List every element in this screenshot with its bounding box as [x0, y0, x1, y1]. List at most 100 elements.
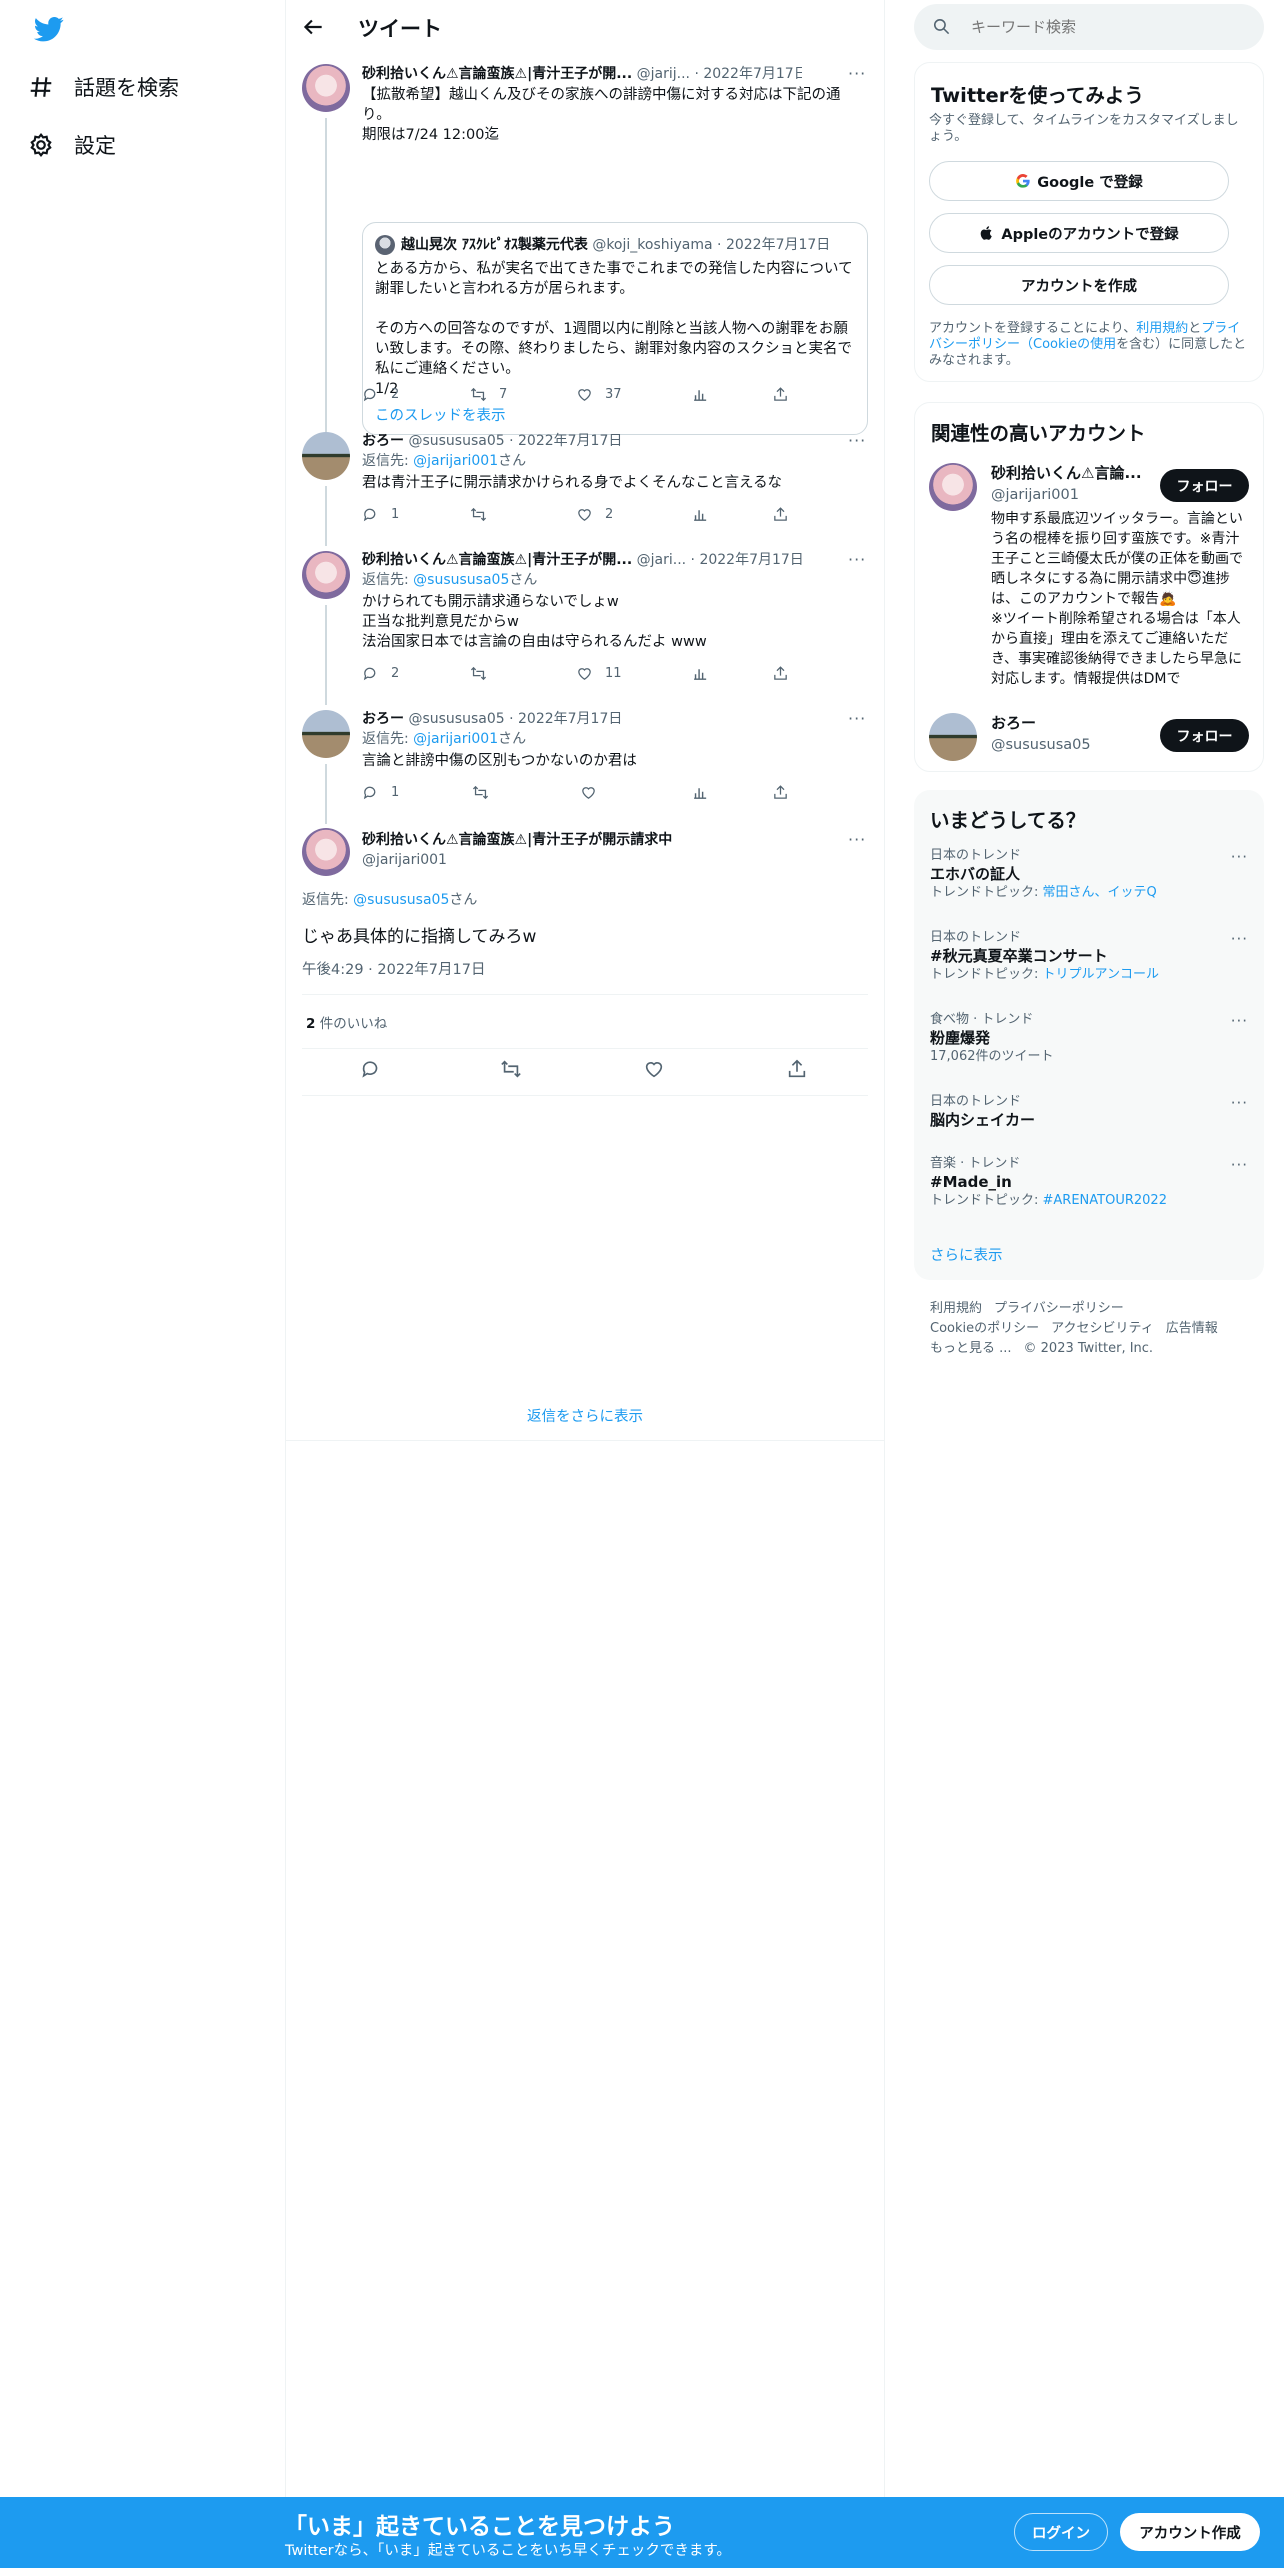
nav-settings[interactable]: 設定 [28, 123, 116, 167]
reply-mention-link[interactable]: @susususa05 [413, 572, 509, 588]
follow-button[interactable]: フォロー [1160, 719, 1249, 752]
retweet-button[interactable]: 7 [470, 386, 507, 403]
trend-topic-link[interactable]: 常田さん、イッテQ [1043, 885, 1157, 900]
twitter-bird-icon[interactable] [32, 14, 66, 44]
more-options-icon[interactable]: ··· [1231, 930, 1248, 948]
thread-tweet-2[interactable]: おろー @susususa05 · 2022年7月17日 返信先: @jarij… [286, 430, 884, 546]
analytics-button[interactable] [692, 784, 709, 801]
footer-link-privacy[interactable]: プライバシーポリシー [994, 1301, 1124, 1316]
avatar[interactable] [302, 710, 350, 758]
show-more-replies-link[interactable]: 返信をさらに表示 [286, 1405, 884, 1426]
more-options-icon[interactable]: ··· [848, 830, 868, 850]
login-button[interactable]: ログイン [1014, 2513, 1108, 2551]
author-name[interactable]: おろー [362, 711, 404, 727]
footer-link-accessibility[interactable]: アクセシビリティ [1051, 1321, 1154, 1336]
trends-show-more-link[interactable]: さらに表示 [930, 1244, 1003, 1265]
author-handle[interactable]: @jarijari001 [362, 850, 868, 870]
tweet-date[interactable]: · 2022年7月17日 [694, 66, 802, 82]
avatar[interactable] [302, 551, 350, 599]
tweet-date[interactable]: · 2022年7月17日 [509, 433, 622, 449]
retweet-button[interactable] [470, 665, 499, 682]
author-name[interactable]: 砂利拾いくん⚠言論蛮族⚠|青汁王子が開... [362, 552, 632, 568]
author-handle[interactable]: @susususa05 [408, 433, 504, 449]
trend-item[interactable]: 日本のトレンド エホバの証人 トレンドトピック: 常田さん、イッテQ ··· [930, 848, 1248, 902]
show-thread-link[interactable]: このスレッドを表示 [375, 404, 506, 425]
like-button[interactable]: 11 [576, 665, 622, 682]
nav-explore[interactable]: 話題を検索 [28, 65, 179, 109]
more-options-icon[interactable]: ··· [848, 431, 868, 451]
retweet-button[interactable] [472, 784, 501, 801]
more-options-icon[interactable]: ··· [848, 64, 868, 84]
heart-icon[interactable] [643, 1058, 665, 1080]
share-button[interactable] [772, 784, 789, 801]
reply-mention-link[interactable]: @jarijari001 [413, 731, 498, 747]
avatar[interactable] [302, 64, 350, 112]
footer-link-more[interactable]: もっと見る ... [930, 1341, 1012, 1356]
related-account-name[interactable]: 砂利拾いくん⚠言論... [991, 463, 1141, 483]
share-button[interactable] [772, 506, 789, 523]
share-button[interactable] [772, 665, 789, 682]
like-button[interactable]: 2 [576, 506, 613, 523]
more-options-icon[interactable]: ··· [1231, 1012, 1248, 1030]
apple-signup-button[interactable]: Appleのアカウントで登録 [929, 213, 1229, 253]
thread-tweet-1[interactable]: 砂利拾いくん⚠言論蛮族⚠|青汁王子が開... @jarij... · 2022年… [286, 62, 884, 468]
footer-link-cookies[interactable]: Cookieのポリシー [930, 1321, 1039, 1336]
more-options-icon[interactable]: ··· [848, 709, 868, 729]
tweet-date[interactable]: · 2022年7月17日 [509, 711, 622, 727]
like-button[interactable]: 37 [576, 386, 622, 403]
trend-item[interactable]: 音楽 · トレンド #Made_in トレンドトピック: #ARENATOUR2… [930, 1156, 1248, 1210]
signup-button[interactable]: アカウント作成 [1120, 2513, 1260, 2551]
focus-timestamp[interactable]: 午後4:29 · 2022年7月17日 [302, 958, 485, 979]
avatar[interactable] [302, 432, 350, 480]
author-handle[interactable]: @susususa05 [408, 711, 504, 727]
trend-item[interactable]: 食べ物 · トレンド 粉塵爆発 17,062件のツイート ··· [930, 1012, 1248, 1066]
create-account-button[interactable]: アカウントを作成 [929, 265, 1229, 305]
related-account-name[interactable]: おろー [991, 713, 1036, 733]
search-box[interactable] [914, 4, 1264, 50]
reply-mention-link[interactable]: @susususa05 [353, 892, 449, 908]
thread-tweet-3[interactable]: 砂利拾いくん⚠言論蛮族⚠|青汁王子が開... @jari... · 2022年7… [286, 549, 884, 705]
author-name[interactable]: 砂利拾いくん⚠言論蛮族⚠|青汁王子が開示請求中 [362, 830, 868, 850]
trend-topic-link[interactable]: #ARENATOUR2022 [1043, 1193, 1167, 1208]
more-options-icon[interactable]: ··· [848, 550, 868, 570]
footer-link-ads[interactable]: 広告情報 [1166, 1321, 1218, 1336]
avatar[interactable] [302, 828, 350, 876]
more-options-icon[interactable]: ··· [1231, 1094, 1248, 1112]
trend-item[interactable]: 日本のトレンド #秋元真夏卒業コンサート トレンドトピック: トリプルアンコール… [930, 930, 1248, 984]
share-button[interactable] [772, 386, 789, 403]
share-icon[interactable] [786, 1058, 808, 1080]
more-options-icon[interactable]: ··· [1231, 848, 1248, 866]
analytics-button[interactable] [692, 386, 709, 403]
search-input[interactable] [971, 16, 1241, 38]
reply-mention-link[interactable]: @jarijari001 [413, 453, 498, 469]
tweet-date[interactable]: · 2022年7月17日 [691, 552, 802, 568]
author-handle[interactable]: @jari... [637, 552, 686, 568]
terms-link[interactable]: 利用規約 [1136, 321, 1188, 336]
more-options-icon[interactable]: ··· [1231, 1156, 1248, 1174]
analytics-button[interactable] [692, 506, 709, 523]
author-name[interactable]: 砂利拾いくん⚠言論蛮族⚠|青汁王子が開... [362, 66, 632, 82]
follow-button[interactable]: フォロー [1160, 469, 1249, 502]
reply-button[interactable]: 1 [362, 506, 399, 523]
reply-button[interactable]: 1 [362, 784, 399, 801]
retweet-icon[interactable] [500, 1058, 522, 1080]
analytics-button[interactable] [692, 665, 709, 682]
reply-icon[interactable] [360, 1058, 382, 1080]
avatar[interactable] [929, 463, 977, 511]
retweet-button[interactable] [470, 506, 499, 523]
footer-link-terms[interactable]: 利用規約 [930, 1301, 982, 1316]
reply-button[interactable]: 2 [362, 386, 399, 403]
avatar[interactable] [929, 713, 977, 761]
back-arrow-icon[interactable] [300, 14, 326, 40]
author-handle[interactable]: @jarij... [637, 66, 690, 82]
like-count-row[interactable]: 2 件のいいね [306, 1012, 387, 1032]
google-signup-button[interactable]: Google で登録 [929, 161, 1229, 201]
like-button[interactable] [580, 784, 609, 801]
trend-topic-link[interactable]: トリプルアンコール [1043, 967, 1159, 982]
related-account-handle[interactable]: @jarijari001 [991, 485, 1079, 505]
author-name[interactable]: おろー [362, 433, 404, 449]
trend-item[interactable]: 日本のトレンド 脳内シェイカー ··· [930, 1094, 1248, 1130]
reply-button[interactable]: 2 [362, 665, 399, 682]
related-account-handle[interactable]: @susususa05 [991, 735, 1091, 755]
thread-tweet-4[interactable]: おろー @susususa05 · 2022年7月17日 返信先: @jarij… [286, 708, 884, 824]
